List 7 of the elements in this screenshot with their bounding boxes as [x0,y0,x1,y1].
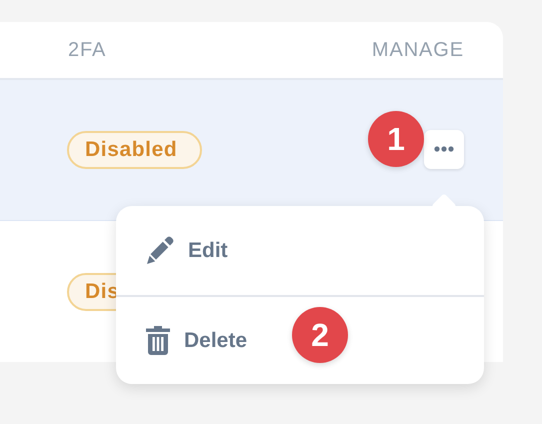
column-header: 2FA [68,38,106,62]
more-button[interactable] [424,130,464,168]
pencil-icon [146,236,174,265]
status-badge: Disabled [67,131,202,169]
column-header: MANAGE [372,38,464,62]
trash-icon [146,326,170,355]
more-icon [434,146,454,152]
